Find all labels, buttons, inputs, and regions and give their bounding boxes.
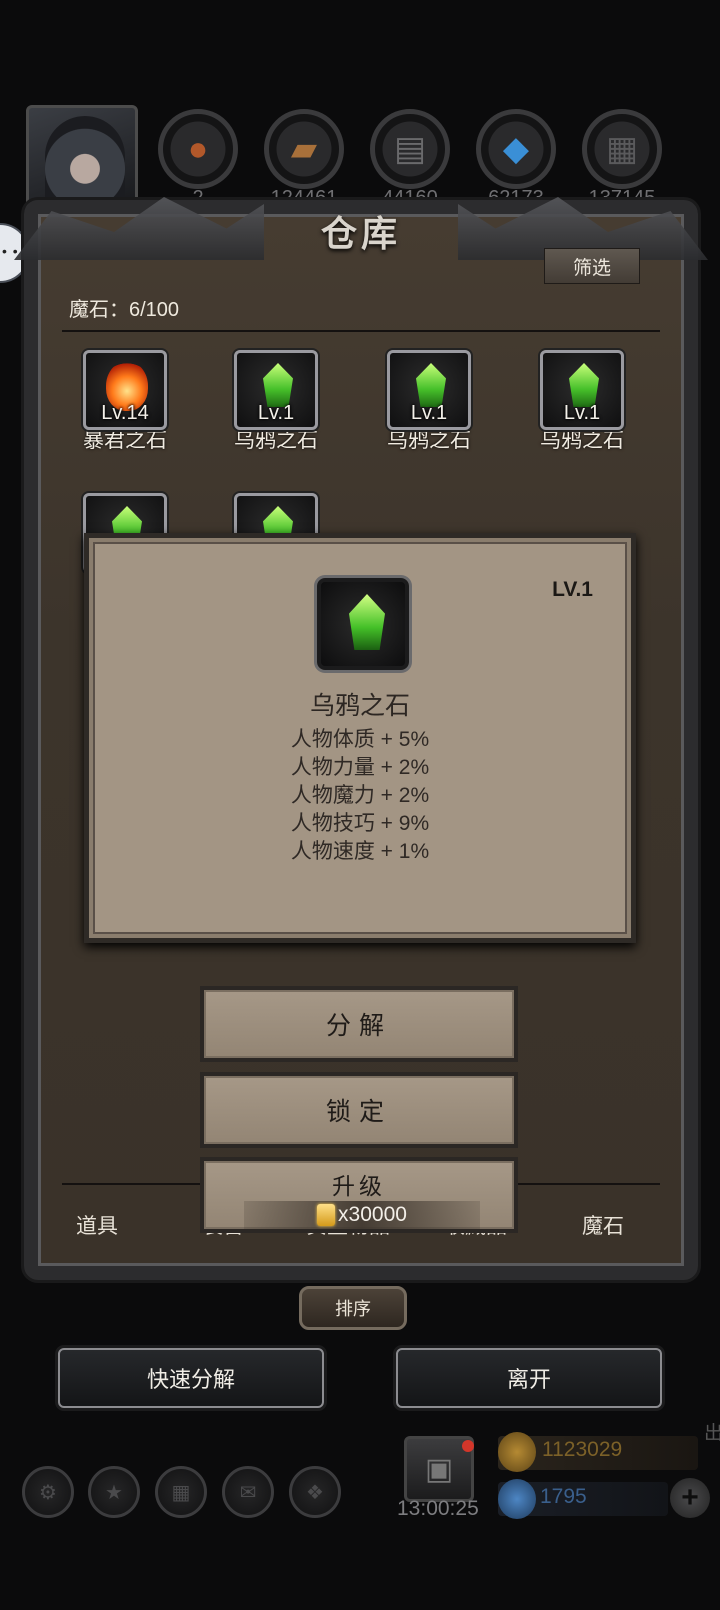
upgrade-cost: x30000 — [244, 1201, 480, 1229]
map-icon[interactable]: ▦ — [155, 1466, 207, 1518]
green-stone-icon — [263, 363, 293, 407]
gold-coin-icon — [317, 1204, 336, 1226]
gourd-icon: ● — [158, 109, 238, 189]
star-icon[interactable]: ★ — [88, 1466, 140, 1518]
top-resource-bar: ● 2 ▰ 124461 ▤ 44160 ◆ 62173 ▦ 137145 — [0, 105, 720, 283]
lock-button[interactable]: 锁定 — [200, 1072, 518, 1148]
stone-icon: ▦ — [582, 109, 662, 189]
sort-button[interactable]: 排序 — [299, 1286, 407, 1330]
stat-line: 人物技巧 + 9% — [290, 812, 430, 835]
mail-icon[interactable]: ✉ — [222, 1466, 274, 1518]
stone-slot-3[interactable]: Lv.1 乌鸦之石 — [374, 350, 484, 454]
blue-gem-icon — [498, 1479, 536, 1519]
green-stone-icon — [349, 594, 385, 650]
stat-line: 人物速度 + 1% — [290, 840, 430, 863]
filter-button[interactable]: 筛选 — [544, 248, 640, 284]
stone-detail-icon — [317, 578, 409, 670]
divider — [62, 330, 660, 332]
add-currency-button[interactable]: + — [670, 1478, 710, 1518]
gem-amount: 1795 — [540, 1485, 587, 1508]
tab-items[interactable]: 道具 — [76, 1210, 118, 1240]
iron-icon: ▤ — [370, 109, 450, 189]
notification-dot — [462, 1440, 474, 1452]
leave-button[interactable]: 离开 — [396, 1348, 662, 1408]
upgrade-cost-value: x30000 — [338, 1203, 407, 1226]
stone-slot-4[interactable]: Lv.1 乌鸦之石 — [527, 350, 637, 454]
stone-level: Lv.14 — [101, 402, 149, 424]
tab-magic-stones[interactable]: 魔石 — [582, 1210, 624, 1240]
gift-timer: 13:00:25 — [397, 1497, 479, 1520]
quick-decompose-button[interactable]: 快速分解 — [58, 1348, 324, 1408]
green-stone-icon — [416, 363, 446, 407]
stone-level: Lv.1 — [563, 402, 601, 424]
side-label: 出 — [704, 1423, 720, 1444]
avatar[interactable] — [26, 105, 138, 213]
crystal-icon: ◆ — [476, 109, 556, 189]
stone-level: Lv.1 — [410, 402, 448, 424]
settings-icon[interactable]: ⚙ — [22, 1466, 74, 1518]
stone-count: 魔石：6/100 — [69, 299, 180, 321]
wood-icon: ▰ — [264, 109, 344, 189]
stat-line: 人物力量 + 2% — [290, 756, 430, 779]
stone-detail-name: 乌鸦之石 — [309, 692, 410, 720]
stone-level: Lv.1 — [257, 402, 295, 424]
stone-detail-level: LV.1 — [552, 578, 593, 601]
stat-line: 人物体质 + 5% — [290, 728, 430, 751]
stat-line: 人物魔力 + 2% — [290, 784, 430, 807]
upgrade-label: 升级 — [332, 1173, 386, 1199]
stone-slot-2[interactable]: Lv.1 乌鸦之石 — [221, 350, 331, 454]
book-icon[interactable]: ❖ — [289, 1466, 341, 1518]
stone-slot-1[interactable]: Lv.14 暴君之石 — [70, 350, 180, 454]
gold-amount: 1123029 — [542, 1438, 623, 1461]
decompose-button[interactable]: 分解 — [200, 986, 518, 1062]
stone-detail-stats: 人物体质 + 5% 人物力量 + 2% 人物魔力 + 2% 人物技巧 + 9% … — [89, 726, 631, 866]
gold-icon — [498, 1432, 536, 1472]
green-stone-icon — [569, 363, 599, 407]
stone-detail-popup: LV.1 乌鸦之石 人物体质 + 5% 人物力量 + 2% 人物魔力 + 2% … — [84, 533, 636, 943]
upgrade-button[interactable]: 升级 x30000 — [200, 1157, 518, 1233]
